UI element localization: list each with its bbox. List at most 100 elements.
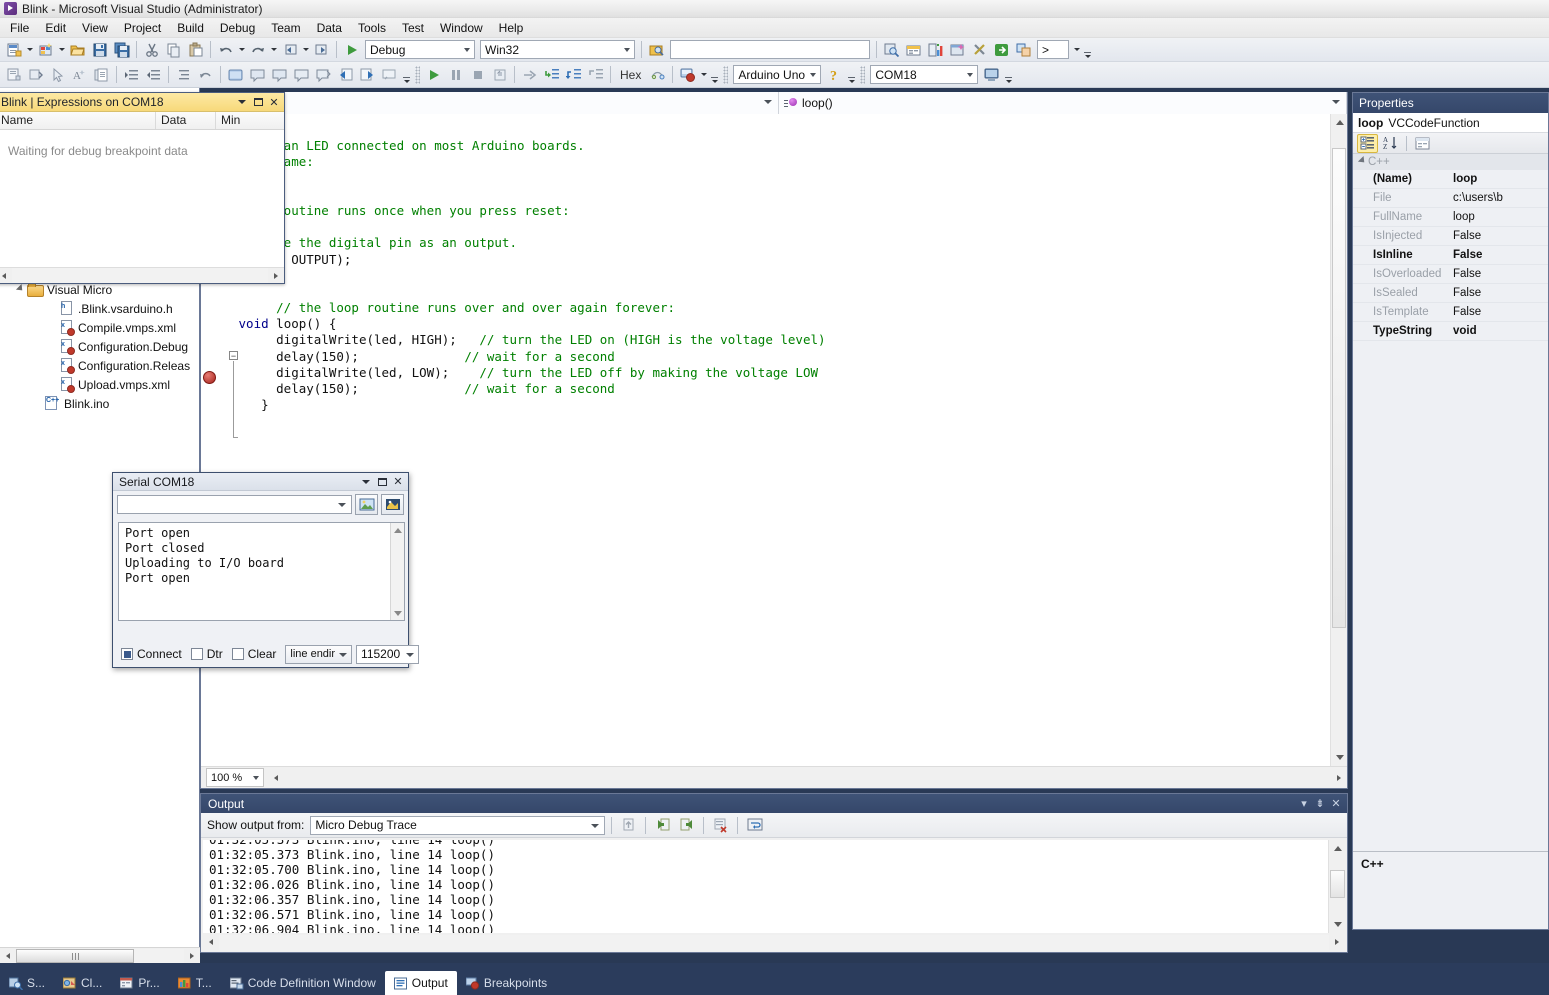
comment-icon[interactable] (91, 64, 112, 85)
vscroll-thumb[interactable] (1332, 148, 1346, 628)
properties-object-combo[interactable]: loop VCCodeFunction (1353, 113, 1548, 133)
continue-icon[interactable] (423, 64, 444, 85)
threads-icon[interactable] (647, 64, 668, 85)
stop-debugging-icon[interactable] (467, 64, 488, 85)
property-value[interactable]: loop (1449, 211, 1548, 223)
expander-icon[interactable] (1357, 157, 1368, 168)
menu-file[interactable]: File (2, 19, 37, 37)
scroll-right-icon[interactable] (1329, 935, 1345, 950)
code-text-area[interactable]: − 13 has an LED connected on most Arduin… (201, 114, 1347, 766)
property-row[interactable]: TypeStringvoid (1353, 322, 1548, 341)
tab-solution-explorer[interactable]: S... (0, 971, 54, 995)
scroll-right-icon[interactable] (1331, 770, 1347, 785)
configuration-combo[interactable]: Debug (365, 40, 475, 59)
chevron-down-icon[interactable]: ▾ (1296, 796, 1312, 812)
output-title-bar[interactable]: Output ▾ ⇟ ✕ (201, 794, 1347, 813)
chevron-down-icon[interactable] (764, 100, 772, 104)
properties-category-row[interactable]: C++ (1353, 154, 1548, 170)
paste-icon[interactable] (185, 39, 206, 60)
menu-data[interactable]: Data (309, 19, 350, 37)
scroll-up-icon[interactable] (391, 523, 405, 537)
tree-node-configuration-debug[interactable]: x Configuration.Debug (0, 337, 199, 356)
chevron-down-icon[interactable] (459, 41, 474, 58)
expressions-title-bar[interactable]: Blink | Expressions on COM18 ✕ (0, 93, 284, 112)
dtr-checkbox[interactable] (191, 648, 203, 660)
uncomment-icon[interactable] (195, 64, 216, 85)
tools-icon[interactable] (969, 39, 990, 60)
tab-property-manager[interactable]: Pr... (111, 971, 168, 995)
clear-bookmark-icon[interactable] (313, 64, 334, 85)
chevron-down-icon[interactable] (1332, 100, 1340, 104)
serial-monitor-icon[interactable] (981, 64, 1002, 85)
tab-code-definition-window[interactable]: Code Definition Window (221, 971, 385, 995)
scroll-right-icon[interactable] (268, 268, 284, 283)
tab-team-explorer[interactable]: T... (169, 971, 221, 995)
platform-combo[interactable]: Win32 (480, 40, 635, 59)
tree-node-blink-vsarduino-h[interactable]: h .Blink.vsarduino.h (0, 299, 199, 318)
navigate-forward-icon[interactable] (311, 39, 332, 60)
menu-tools[interactable]: Tools (350, 19, 394, 37)
debug-overflow-icon[interactable] (709, 64, 720, 85)
alphabetical-icon[interactable]: AZ (1380, 134, 1401, 153)
tab-class-view[interactable]: Cl... (54, 971, 111, 995)
maximize-icon[interactable] (374, 474, 390, 489)
break-all-icon[interactable] (445, 64, 466, 85)
property-value[interactable]: False (1449, 287, 1548, 299)
solution-explorer-hscrollbar[interactable] (0, 947, 200, 964)
copy-icon[interactable] (163, 39, 184, 60)
toolbar-grip[interactable] (860, 66, 865, 84)
port-overflow-icon[interactable] (1003, 64, 1014, 85)
close-icon[interactable]: ✕ (1328, 796, 1344, 812)
property-value[interactable]: False (1449, 268, 1548, 280)
chevron-down-icon[interactable] (962, 66, 977, 83)
new-project-dropdown-icon[interactable] (25, 39, 34, 60)
object-browser-icon[interactable] (925, 39, 946, 60)
tree-node-upload-vmps-xml[interactable]: x Upload.vmps.xml (0, 375, 199, 394)
comment-block-icon[interactable] (247, 64, 268, 85)
show-next-statement-icon[interactable] (519, 64, 540, 85)
expander-icon[interactable] (14, 283, 27, 296)
chevron-down-icon[interactable] (591, 824, 599, 828)
property-row[interactable]: IsSealedFalse (1353, 284, 1548, 303)
chevron-down-icon[interactable] (406, 653, 414, 657)
hscroll-track[interactable] (12, 268, 268, 283)
property-value[interactable]: False (1449, 306, 1548, 318)
uncomment-block-icon[interactable] (269, 64, 290, 85)
find-input[interactable] (670, 40, 870, 59)
property-row[interactable]: IsInjectedFalse (1353, 227, 1548, 246)
output-text[interactable]: 01:32:05.373 Blink.ino, line 14 loop()01… (203, 840, 1330, 933)
menu-window[interactable]: Window (432, 19, 491, 37)
step-out-icon[interactable] (585, 64, 606, 85)
decrease-indent-icon[interactable] (143, 64, 164, 85)
undo-icon[interactable] (215, 39, 236, 60)
scroll-right-icon[interactable] (184, 949, 200, 964)
property-row[interactable]: IsTemplateFalse (1353, 303, 1548, 322)
column-header-min[interactable]: Min (216, 112, 284, 129)
serial-log[interactable]: Port openPort closedUploading to I/O boa… (118, 522, 405, 621)
scroll-down-icon[interactable] (391, 606, 405, 620)
property-value[interactable]: False (1449, 230, 1548, 242)
scroll-down-icon[interactable] (1329, 916, 1346, 933)
font-icon[interactable]: A (69, 64, 90, 85)
serial-options-icon[interactable] (381, 494, 404, 515)
prev-bookmark-icon[interactable] (335, 64, 356, 85)
go-to-previous-message-icon[interactable] (652, 815, 673, 836)
column-header-name[interactable]: Name (0, 112, 156, 129)
redo-icon[interactable] (247, 39, 268, 60)
property-value[interactable]: void (1449, 325, 1548, 337)
clear-checkbox[interactable] (232, 648, 244, 660)
categorized-icon[interactable] (1357, 134, 1378, 153)
new-project-icon[interactable] (3, 39, 24, 60)
expressions-hscrollbar[interactable] (0, 267, 284, 283)
undo-dropdown-icon[interactable] (237, 39, 246, 60)
menu-debug[interactable]: Debug (212, 19, 263, 37)
help-icon[interactable]: ? (824, 64, 845, 85)
line-ending-combo[interactable]: line endir (285, 645, 352, 664)
breakpoint-dropdown-icon[interactable] (699, 64, 708, 85)
next-bookmark-icon[interactable] (357, 64, 378, 85)
chevron-down-icon[interactable] (358, 474, 374, 489)
chevron-down-icon[interactable] (234, 95, 250, 110)
watch-icon[interactable] (379, 64, 400, 85)
open-file-icon[interactable] (67, 39, 88, 60)
hex-label[interactable]: Hex (615, 68, 646, 82)
